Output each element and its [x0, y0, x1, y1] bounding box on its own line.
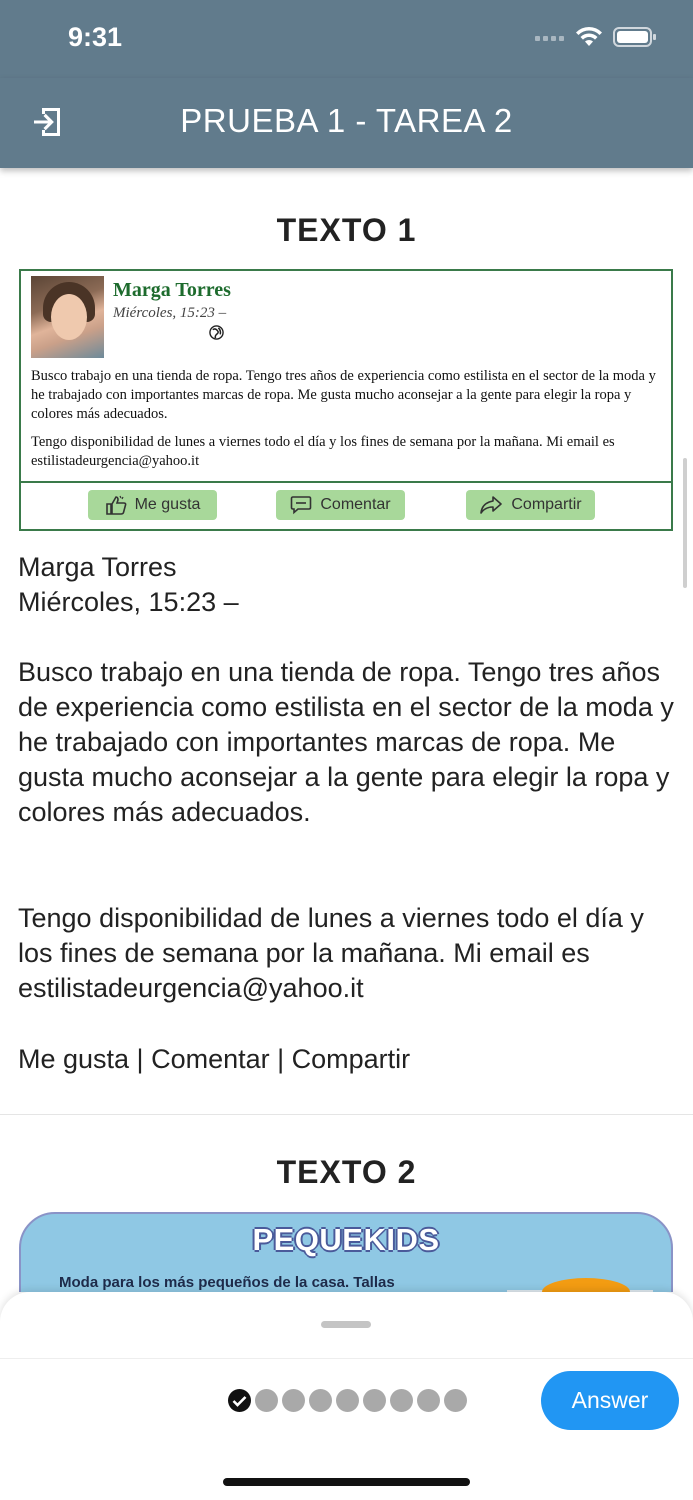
globe-icon [209, 325, 224, 340]
progress-dot [444, 1389, 467, 1412]
profile-photo [31, 276, 104, 358]
post-actions-bar: Me gusta Comentar Compartir [21, 481, 671, 529]
progress-dot [336, 1389, 359, 1412]
question-progress [228, 1389, 467, 1412]
scrollbar[interactable] [683, 458, 687, 588]
like-label: Me gusta [134, 496, 201, 513]
app-bar: PRUEBA 1 - TAREA 2 [0, 78, 693, 168]
post-date: Miércoles, 15:23 – [113, 305, 227, 321]
clothing-illustration-icon [507, 1278, 653, 1292]
transcript-paragraph-1: Busco trabajo en una tienda de ropa. Ten… [18, 657, 674, 827]
content-scroll-area[interactable]: TEXTO 1 Marga Torres Miércoles, 15:23 – … [0, 168, 693, 1292]
share-icon [480, 496, 503, 514]
comment-button: Comentar [276, 490, 405, 520]
comment-icon [291, 496, 312, 515]
answer-button[interactable]: Answer [541, 1371, 679, 1430]
pequekids-brand: PEQUEKIDS [252, 1222, 440, 1257]
thumbs-up-icon [105, 495, 126, 515]
post-author-name: Marga Torres [113, 279, 231, 301]
progress-dot [282, 1389, 305, 1412]
progress-dot [255, 1389, 278, 1412]
share-label: Compartir [511, 496, 582, 513]
progress-dot [417, 1389, 440, 1412]
section-divider [0, 1114, 693, 1115]
home-indicator [223, 1478, 470, 1486]
post-paragraph-2: Tengo disponibilidad de lunes a viernes … [31, 434, 615, 469]
share-button: Compartir [466, 490, 595, 520]
status-icons [535, 26, 657, 48]
battery-icon [613, 27, 656, 47]
texto2-heading: TEXTO 2 [276, 1154, 417, 1190]
transcript-date: Miércoles, 15:23 – [18, 587, 239, 617]
progress-dot-completed [228, 1389, 251, 1412]
signal-icon [535, 36, 564, 41]
comment-label: Comentar [320, 496, 391, 513]
check-icon [232, 1395, 247, 1407]
progress-dot [363, 1389, 386, 1412]
like-button: Me gusta [88, 490, 217, 520]
post-paragraph-1: Busco trabajo en una tienda de ropa. Ten… [31, 368, 656, 422]
bottom-sheet: Answer [0, 1292, 693, 1500]
texto1-heading: TEXTO 1 [276, 212, 417, 248]
transcript-actions: Me gusta | Comentar | Compartir [18, 1044, 411, 1074]
sheet-divider [0, 1358, 693, 1359]
progress-dot [390, 1389, 413, 1412]
sheet-drag-handle[interactable] [321, 1321, 371, 1328]
status-time: 9:31 [68, 22, 123, 52]
post-body: Busco trabajo en una tienda de ropa. Ten… [31, 367, 661, 480]
pequekids-subtitle: Moda para los más pequeños de la casa. T… [59, 1274, 395, 1291]
pequekids-ad-image: PEQUEKIDS Moda para los más pequeños de … [19, 1212, 673, 1292]
status-bar: 9:31 [0, 0, 693, 78]
page-title: PRUEBA 1 - TAREA 2 [180, 102, 513, 139]
social-post-image: Marga Torres Miércoles, 15:23 – Busco tr… [19, 269, 673, 531]
wifi-icon [576, 26, 602, 46]
progress-dot [309, 1389, 332, 1412]
transcript-paragraph-2: Tengo disponibilidad de lunes a viernes … [18, 903, 644, 1003]
transcript-name: Marga Torres [18, 552, 177, 582]
